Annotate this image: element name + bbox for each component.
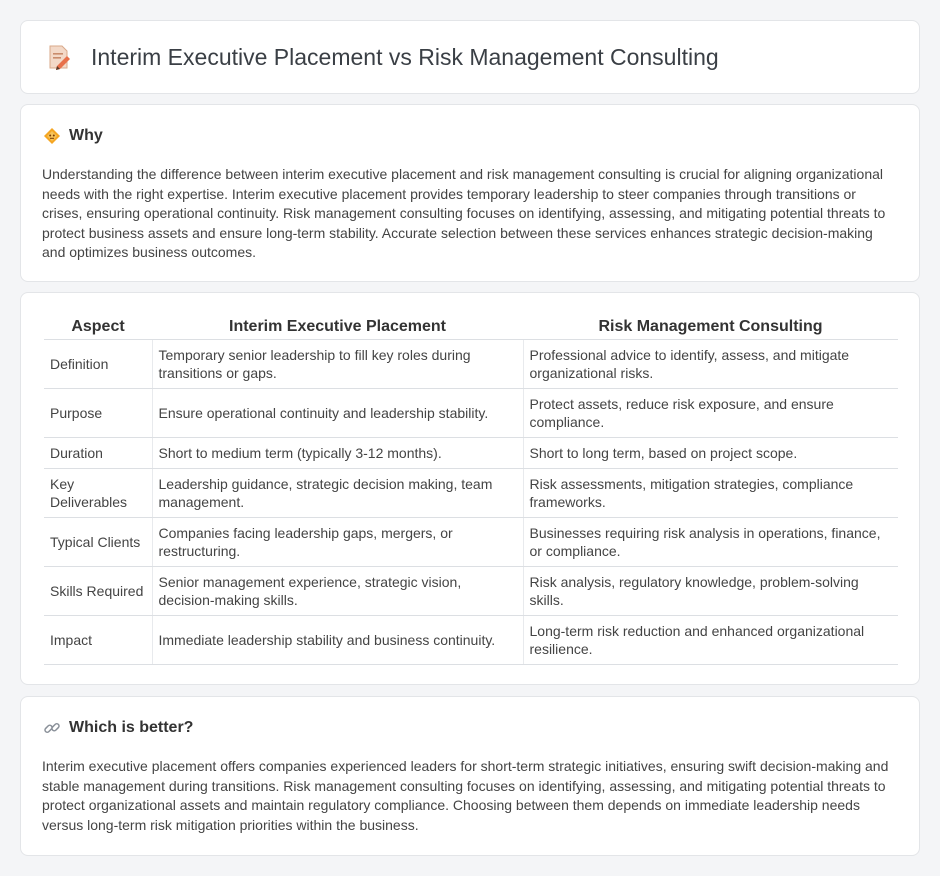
header-aspect: Aspect [44, 315, 152, 340]
aspect-cell: Typical Clients [44, 517, 152, 567]
which-is-better-text: Interim executive placement offers compa… [42, 758, 889, 833]
table-row: Skills Required Senior management experi… [44, 566, 898, 616]
table-row: Definition Temporary senior leadership t… [44, 339, 898, 389]
table-row: Duration Short to medium term (typically… [44, 437, 898, 469]
aspect-cell: Duration [44, 437, 152, 469]
rmc-cell: Long-term risk reduction and enhanced or… [522, 615, 898, 665]
iep-cell: Leadership guidance, strategic decision … [151, 468, 523, 518]
table-row: Typical Clients Companies facing leaders… [44, 517, 898, 567]
rmc-cell: Professional advice to identify, assess,… [522, 339, 898, 389]
header-card: Interim Executive Placement vs Risk Mana… [20, 20, 920, 94]
why-title: Why [69, 127, 103, 144]
iep-cell: Senior management experience, strategic … [151, 566, 523, 616]
rmc-cell: Risk analysis, regulatory knowledge, pro… [522, 566, 898, 616]
diamond-warning-icon [43, 127, 61, 145]
rmc-cell: Protect assets, reduce risk exposure, an… [522, 388, 898, 438]
document-pencil-icon [45, 43, 73, 71]
iep-cell: Temporary senior leadership to fill key … [151, 339, 523, 389]
iep-cell: Short to medium term (typically 3-12 mon… [151, 437, 523, 469]
table-row: Impact Immediate leadership stability an… [44, 615, 898, 665]
aspect-cell: Definition [44, 339, 152, 389]
which-is-better-section: Which is better? Interim executive place… [20, 696, 920, 856]
iep-cell: Immediate leadership stability and busin… [151, 615, 523, 665]
aspect-cell: Purpose [44, 388, 152, 438]
table-header-row: Aspect Interim Executive Placement Risk … [44, 315, 898, 340]
rmc-cell: Short to long term, based on project sco… [522, 437, 898, 469]
rmc-cell: Risk assessments, mitigation strategies,… [522, 468, 898, 518]
aspect-cell: Impact [44, 615, 152, 665]
why-section: Why Understanding the difference between… [20, 104, 920, 282]
comparison-section: Aspect Interim Executive Placement Risk … [20, 292, 920, 685]
why-text: Understanding the difference between int… [42, 166, 886, 261]
iep-cell: Companies facing leadership gaps, merger… [151, 517, 523, 567]
aspect-cell: Key Deliverables [44, 468, 152, 518]
aspect-cell: Skills Required [44, 566, 152, 616]
which-is-better-title: Which is better? [69, 719, 194, 736]
table-row: Purpose Ensure operational continuity an… [44, 388, 898, 438]
link-icon [43, 719, 61, 737]
page-title: Interim Executive Placement vs Risk Mana… [91, 43, 719, 70]
iep-cell: Ensure operational continuity and leader… [151, 388, 523, 438]
table-row: Key Deliverables Leadership guidance, st… [44, 468, 898, 518]
comparison-table: Aspect Interim Executive Placement Risk … [44, 315, 898, 665]
header-interim-executive-placement: Interim Executive Placement [152, 315, 523, 340]
header-risk-management-consulting: Risk Management Consulting [523, 315, 898, 340]
rmc-cell: Businesses requiring risk analysis in op… [522, 517, 898, 567]
